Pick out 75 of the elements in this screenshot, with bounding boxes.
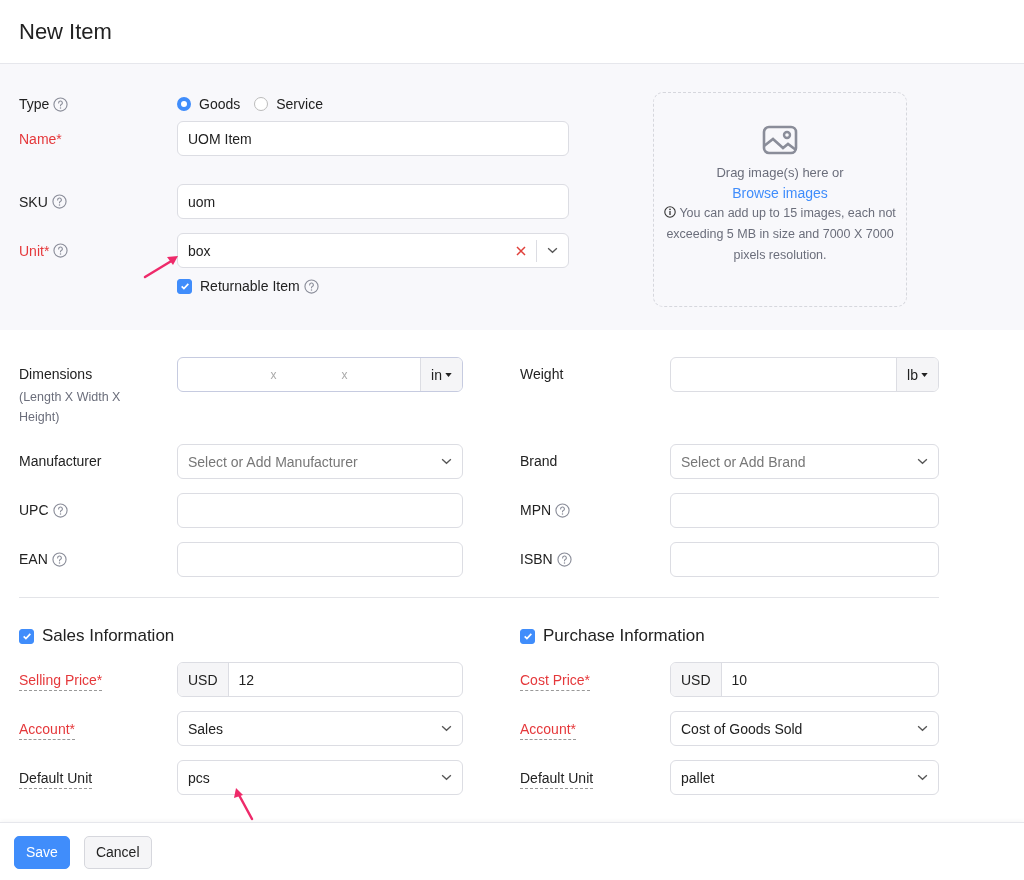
section-checkbox[interactable]: Sales Information	[19, 626, 520, 646]
price-field[interactable]: USD 12	[177, 662, 463, 697]
field-label: Name*	[19, 130, 62, 147]
weight-field[interactable]: lb	[670, 357, 939, 392]
field-label: Dimensions	[19, 366, 93, 382]
drop-text: Drag image(s) here or	[716, 165, 844, 180]
upload-note: You can add up to 15 images, each not exceeding 5 MB in size and 7000 X 7000 pixels resolution.	[663, 205, 897, 264]
check-icon	[179, 281, 190, 291]
chevron-down-icon[interactable]	[917, 725, 928, 732]
select-field[interactable]: pallet	[670, 760, 939, 795]
field-label: SKU	[19, 193, 48, 210]
chevron-down-icon[interactable]	[547, 247, 558, 254]
caret-icon	[445, 372, 452, 377]
separator-text: x	[270, 367, 277, 382]
unit-select[interactable]: box	[177, 233, 569, 268]
text-field[interactable]	[177, 542, 463, 577]
text-field[interactable]	[177, 493, 463, 528]
section-checkbox[interactable]: Purchase Information	[520, 626, 1021, 646]
image-dropzone[interactable]: Drag image(s) here or Browse images You can add up to 15 images, each not exceeding 5 MB in size and 7000 X 7000 pixels resolution.	[653, 92, 907, 307]
help-icon[interactable]	[556, 551, 572, 567]
field-hint: (Length X Width X Height)	[19, 389, 122, 426]
cancel-button[interactable]: Cancel	[83, 835, 152, 869]
chevron-down-icon[interactable]	[917, 774, 928, 781]
chevron-down-icon[interactable]	[441, 458, 452, 465]
text-field[interactable]	[670, 542, 939, 577]
field-label: UPC	[19, 502, 49, 518]
currency-prefix: USD	[178, 663, 229, 696]
check-icon	[21, 631, 32, 641]
field-label: ISBN	[520, 551, 553, 567]
chevron-down-icon[interactable]	[917, 458, 928, 465]
radio-option[interactable]: Goods	[177, 96, 241, 112]
field-label: Cost Price*	[520, 671, 591, 691]
field-label: Manufacturer	[19, 453, 102, 469]
page-title: New Item	[19, 18, 112, 45]
returnable-checkbox[interactable]: Returnable Item	[177, 278, 300, 294]
field-label: Selling Price*	[19, 671, 103, 691]
currency-prefix: USD	[671, 663, 722, 696]
text-field[interactable]	[670, 493, 939, 528]
select-field[interactable]: Select or Add Manufacturer	[177, 444, 463, 479]
dimensions-field[interactable]: x x in	[177, 357, 463, 392]
image-icon	[762, 125, 798, 155]
separator-text: x	[341, 367, 348, 382]
select-field[interactable]: pcs	[177, 760, 463, 795]
help-icon[interactable]	[52, 502, 68, 518]
price-field[interactable]: USD 10	[670, 662, 939, 697]
chevron-down-icon[interactable]	[441, 774, 452, 781]
select-field[interactable]: Sales	[177, 711, 463, 746]
field-label: Default Unit	[19, 769, 93, 789]
help-icon[interactable]	[53, 96, 69, 112]
field-label: Account*	[19, 720, 76, 740]
chevron-down-icon[interactable]	[441, 725, 452, 732]
field-label: Default Unit	[520, 769, 594, 789]
field-label: EAN	[19, 551, 48, 567]
select-field[interactable]: Cost of Goods Sold	[670, 711, 939, 746]
help-icon[interactable]	[51, 551, 67, 567]
field-label: Account*	[520, 720, 577, 740]
field-label: Brand	[520, 453, 558, 469]
help-icon[interactable]	[51, 194, 67, 209]
clear-icon[interactable]	[516, 245, 526, 256]
unit-dropdown[interactable]: in	[420, 358, 462, 391]
help-icon[interactable]	[555, 502, 571, 518]
field-label: Unit*	[19, 242, 50, 259]
info-icon	[664, 206, 677, 218]
help-icon[interactable]	[303, 278, 319, 294]
field-label: Type	[19, 96, 50, 112]
text-field[interactable]: uom	[177, 184, 569, 219]
caret-icon	[921, 372, 928, 377]
text-field[interactable]: UOM Item	[177, 121, 569, 156]
select-field[interactable]: Select or Add Brand	[670, 444, 939, 479]
check-icon	[522, 631, 533, 641]
radio-option[interactable]: Service	[254, 96, 323, 112]
field-label: MPN	[520, 502, 552, 518]
unit-dropdown[interactable]: lb	[896, 358, 938, 391]
field-label: Weight	[520, 366, 564, 382]
help-icon[interactable]	[53, 243, 69, 258]
